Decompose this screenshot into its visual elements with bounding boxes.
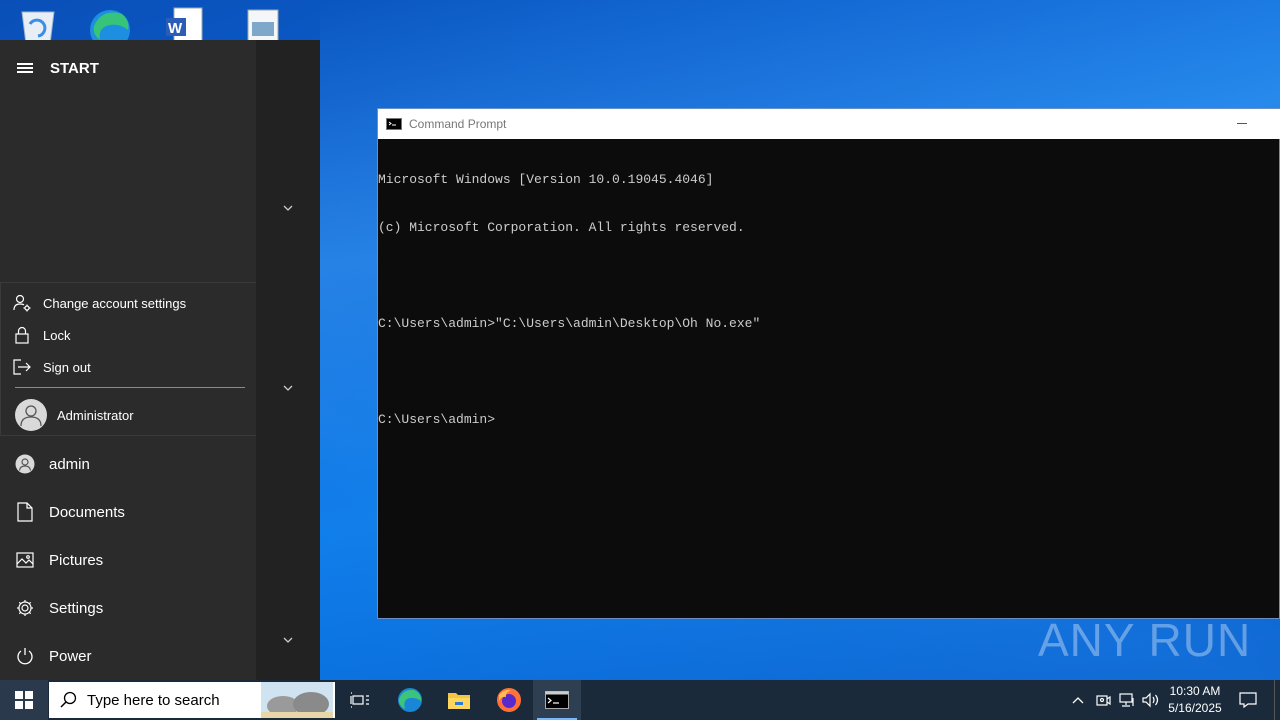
start-item-label: admin bbox=[49, 455, 90, 473]
start-item-label: Settings bbox=[49, 599, 104, 617]
console-line: C:\Users\admin> bbox=[378, 412, 496, 427]
window-title: Command Prompt bbox=[409, 117, 507, 131]
start-button[interactable] bbox=[0, 680, 48, 720]
action-center-button[interactable] bbox=[1234, 680, 1262, 720]
svg-text:W: W bbox=[168, 20, 183, 37]
taskbar-search-box[interactable]: Type here to search bbox=[49, 682, 335, 718]
taskbar-clock[interactable]: 10:30 AM 5/16/2025 bbox=[1160, 680, 1230, 720]
task-view-button[interactable] bbox=[336, 680, 384, 720]
taskbar-edge[interactable] bbox=[386, 680, 434, 720]
start-item-pictures[interactable]: Pictures bbox=[0, 536, 256, 584]
windows-logo-icon bbox=[15, 691, 33, 709]
search-highlight-image bbox=[261, 682, 333, 718]
start-item-label: Pictures bbox=[49, 551, 104, 569]
start-item-label: Power bbox=[49, 647, 92, 665]
flyout-divider bbox=[15, 387, 245, 388]
show-desktop-button[interactable] bbox=[1274, 680, 1280, 720]
start-menu: START Change account settings Lock Sign … bbox=[0, 40, 320, 680]
edge-icon bbox=[398, 688, 422, 712]
notification-icon bbox=[1239, 692, 1257, 708]
pictures-icon bbox=[0, 552, 49, 568]
tray-network[interactable] bbox=[1116, 680, 1138, 720]
edge-desktop-icon[interactable] bbox=[88, 4, 132, 50]
chevron-down-icon[interactable] bbox=[278, 630, 298, 650]
start-item-label: Documents bbox=[49, 503, 125, 521]
recycle-bin-icon[interactable] bbox=[16, 4, 60, 45]
taskbar-firefox[interactable] bbox=[485, 680, 533, 720]
sign-out-item[interactable]: Sign out bbox=[1, 351, 257, 383]
minimize-button[interactable] bbox=[1237, 123, 1247, 124]
window-titlebar[interactable]: Command Prompt bbox=[378, 109, 1280, 139]
avatar bbox=[15, 399, 47, 431]
search-icon bbox=[60, 691, 77, 708]
taskbar-command-prompt[interactable] bbox=[533, 680, 581, 720]
start-item-admin[interactable]: admin bbox=[0, 440, 256, 488]
network-icon bbox=[1119, 693, 1134, 707]
start-title: START bbox=[50, 59, 99, 77]
show-hidden-icons-button[interactable] bbox=[1068, 680, 1088, 720]
chevron-up-icon bbox=[1072, 697, 1084, 704]
hamburger-menu-icon[interactable] bbox=[0, 40, 50, 96]
firefox-icon bbox=[497, 688, 521, 712]
console-line: C:\Users\admin>"C:\Users\admin\Desktop\O… bbox=[378, 316, 761, 331]
tray-meet-now[interactable] bbox=[1092, 680, 1114, 720]
flyout-item-label: Lock bbox=[43, 327, 71, 343]
lock-icon bbox=[1, 326, 43, 344]
chevron-down-icon[interactable] bbox=[278, 378, 298, 398]
console-line: Microsoft Windows [Version 10.0.19045.40… bbox=[378, 172, 714, 187]
word-document-icon[interactable]: W bbox=[164, 4, 208, 45]
account-flyout: Change account settings Lock Sign out Ad… bbox=[0, 282, 258, 436]
start-item-settings[interactable]: Settings bbox=[0, 584, 256, 632]
start-header: START bbox=[0, 40, 256, 96]
clock-time: 10:30 AM bbox=[1169, 684, 1221, 698]
taskbar-file-explorer[interactable] bbox=[435, 680, 483, 720]
task-view-icon bbox=[350, 692, 369, 708]
folder-icon bbox=[448, 693, 470, 709]
console-line: (c) Microsoft Corporation. All rights re… bbox=[378, 220, 745, 235]
gear-icon bbox=[0, 599, 49, 617]
lock-item[interactable]: Lock bbox=[1, 319, 257, 351]
change-account-settings-item[interactable]: Change account settings bbox=[1, 287, 257, 319]
anyrun-watermark: ANY RUN bbox=[1038, 614, 1252, 666]
start-item-power[interactable]: Power bbox=[0, 632, 256, 680]
cmd-icon bbox=[545, 691, 569, 709]
person-gear-icon bbox=[1, 294, 43, 312]
chevron-down-icon[interactable] bbox=[278, 198, 298, 218]
flyout-user-name: Administrator bbox=[57, 407, 134, 423]
start-menu-nav: START Change account settings Lock Sign … bbox=[0, 40, 258, 680]
start-tiles-area bbox=[256, 40, 320, 680]
device-icon bbox=[1096, 695, 1111, 706]
clock-date: 5/16/2025 bbox=[1168, 701, 1222, 715]
start-item-documents[interactable]: Documents bbox=[0, 488, 256, 536]
cmd-app-icon bbox=[386, 118, 402, 130]
image-file-icon[interactable] bbox=[242, 4, 286, 45]
volume-icon bbox=[1142, 692, 1159, 708]
power-icon bbox=[0, 647, 49, 665]
flyout-user-administrator[interactable]: Administrator bbox=[1, 393, 257, 437]
user-icon bbox=[0, 454, 49, 474]
search-placeholder: Type here to search bbox=[87, 691, 220, 709]
sign-out-icon bbox=[1, 359, 43, 375]
flyout-item-label: Sign out bbox=[43, 359, 91, 375]
taskbar: Type here to search 10:30 AM 5/16/2025 bbox=[0, 680, 1280, 720]
tray-volume[interactable] bbox=[1140, 680, 1162, 720]
flyout-item-label: Change account settings bbox=[43, 295, 187, 311]
command-prompt-window[interactable]: Command Prompt Microsoft Windows [Versio… bbox=[377, 108, 1280, 619]
document-icon bbox=[0, 502, 49, 522]
console-output[interactable]: Microsoft Windows [Version 10.0.19045.40… bbox=[378, 140, 1278, 460]
